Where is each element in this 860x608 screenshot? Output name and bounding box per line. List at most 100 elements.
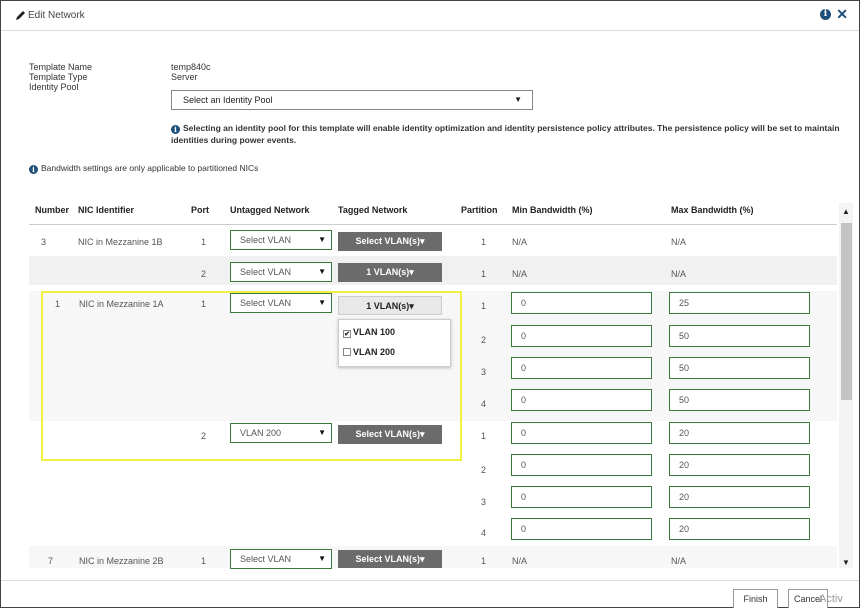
identity-pool-note-text: Selecting an identity pool for this temp…: [171, 123, 840, 145]
max-bandwidth-value: 25: [679, 298, 690, 308]
max-bandwidth-input[interactable]: 50: [669, 325, 810, 347]
finish-button[interactable]: Finish: [733, 589, 778, 608]
vlan-option-200[interactable]: VLAN 200: [343, 347, 395, 357]
max-bandwidth-value: 20: [679, 460, 690, 470]
untagged-network-select[interactable]: VLAN 200 ▼: [230, 423, 332, 443]
untagged-network-select[interactable]: Select VLAN ▼: [230, 262, 332, 282]
max-bandwidth-value: 50: [679, 331, 690, 341]
header-max-bandwidth: Max Bandwidth (%): [671, 205, 754, 215]
header-number: Number: [35, 205, 70, 215]
min-bandwidth-input[interactable]: 0: [511, 357, 652, 379]
checkbox-checked-icon[interactable]: ✔: [343, 330, 351, 338]
tagged-network-button[interactable]: Select VLAN(s)▾: [338, 425, 442, 444]
caret-down-icon: ▾: [420, 236, 425, 246]
template-name-label: Template Name: [29, 62, 93, 72]
min-bandwidth-input[interactable]: 0: [511, 292, 652, 314]
cell-partition: 2: [481, 335, 487, 345]
header-tagged-network: Tagged Network: [338, 205, 408, 215]
tagged-network-button[interactable]: 1 VLAN(s)▾: [338, 296, 442, 315]
tagged-network-button[interactable]: Select VLAN(s)▾: [338, 232, 442, 251]
min-bandwidth-input[interactable]: 0: [511, 454, 652, 476]
caret-down-icon: ▼: [318, 554, 326, 563]
min-bandwidth-value: 0: [521, 395, 527, 405]
template-name-value: temp840c: [171, 62, 211, 72]
caret-down-icon: ▼: [514, 95, 522, 104]
checkbox-icon[interactable]: [343, 348, 351, 356]
cell-number: 1: [55, 299, 61, 309]
max-bandwidth-value: 20: [679, 492, 690, 502]
identity-pool-select[interactable]: Select an Identity Pool ▼: [171, 90, 533, 110]
cell-port: 2: [201, 269, 207, 279]
min-bandwidth-input[interactable]: 0: [511, 422, 652, 444]
caret-down-icon: ▼: [318, 267, 326, 276]
untagged-network-value: Select VLAN: [240, 235, 292, 245]
tagged-network-label: Select VLAN(s): [355, 554, 420, 564]
min-bandwidth-value: 0: [521, 363, 527, 373]
untagged-network-value: Select VLAN: [240, 298, 292, 308]
cell-max-bandwidth: N/A: [671, 556, 687, 566]
min-bandwidth-input[interactable]: 0: [511, 389, 652, 411]
min-bandwidth-input[interactable]: 0: [511, 518, 652, 540]
max-bandwidth-input[interactable]: 20: [669, 518, 810, 540]
scroll-up-icon[interactable]: ▲: [842, 207, 850, 216]
tagged-network-label: 1 VLAN(s): [366, 301, 410, 311]
scrollbar-thumb[interactable]: [841, 223, 852, 400]
footer-divider: [1, 580, 859, 581]
max-bandwidth-input[interactable]: 20: [669, 454, 810, 476]
identity-pool-label: Identity Pool: [29, 82, 79, 92]
close-icon[interactable]: ✕: [836, 6, 848, 23]
header-untagged-network: Untagged Network: [230, 205, 310, 215]
bandwidth-note: i Bandwidth settings are only applicable …: [29, 163, 258, 174]
cell-partition: 1: [481, 556, 487, 566]
cell-partition: 1: [481, 301, 487, 311]
cell-port: 1: [201, 237, 207, 247]
min-bandwidth-input[interactable]: 0: [511, 325, 652, 347]
max-bandwidth-input[interactable]: 20: [669, 486, 810, 508]
tagged-network-label: Select VLAN(s): [355, 236, 420, 246]
cell-max-bandwidth: N/A: [671, 237, 687, 247]
template-labels: Template Name Template Type Identity Poo…: [29, 62, 92, 92]
help-icon[interactable]: i: [820, 9, 831, 20]
header-port: Port: [191, 205, 209, 215]
caret-down-icon: ▾: [409, 267, 414, 277]
tagged-network-label: 1 VLAN(s): [366, 267, 410, 277]
caret-down-icon: ▼: [318, 298, 326, 307]
untagged-network-select[interactable]: Select VLAN ▼: [230, 549, 332, 569]
cell-nic-identifier: NIC in Mezzanine 2B: [79, 556, 164, 566]
max-bandwidth-value: 20: [679, 428, 690, 438]
vlan-option-100[interactable]: ✔ VLAN 100: [343, 327, 395, 338]
caret-down-icon: ▼: [318, 235, 326, 244]
scroll-down-icon[interactable]: ▼: [842, 558, 850, 567]
cell-partition: 4: [481, 399, 487, 409]
cell-partition: 3: [481, 367, 487, 377]
max-bandwidth-value: 50: [679, 395, 690, 405]
untagged-network-value: Select VLAN: [240, 554, 292, 564]
untagged-network-select[interactable]: Select VLAN ▼: [230, 230, 332, 250]
max-bandwidth-input[interactable]: 50: [669, 389, 810, 411]
untagged-network-value: VLAN 200: [240, 428, 282, 438]
template-values: temp840c Server: [171, 62, 211, 82]
max-bandwidth-input[interactable]: 25: [669, 292, 810, 314]
max-bandwidth-value: 20: [679, 524, 690, 534]
min-bandwidth-input[interactable]: 0: [511, 486, 652, 508]
tagged-network-button[interactable]: Select VLAN(s)▾: [338, 550, 442, 568]
cell-min-bandwidth: N/A: [512, 237, 528, 247]
header-nic-identifier: NIC Identifier: [78, 205, 135, 215]
max-bandwidth-input[interactable]: 20: [669, 422, 810, 444]
dialog-title: Edit Network: [28, 10, 85, 21]
cell-port: 2: [201, 431, 207, 441]
cell-number: 3: [41, 237, 47, 247]
header-min-bandwidth: Min Bandwidth (%): [512, 205, 593, 215]
tagged-vlan-dropdown: ✔ VLAN 100 VLAN 200: [338, 319, 451, 367]
cell-partition: 1: [481, 431, 487, 441]
template-type-label: Template Type: [29, 72, 88, 82]
tagged-network-button[interactable]: 1 VLAN(s)▾: [338, 263, 442, 282]
min-bandwidth-value: 0: [521, 331, 527, 341]
min-bandwidth-value: 0: [521, 460, 527, 470]
cell-partition: 3: [481, 497, 487, 507]
min-bandwidth-value: 0: [521, 524, 527, 534]
caret-down-icon: ▾: [409, 301, 414, 311]
max-bandwidth-input[interactable]: 50: [669, 357, 810, 379]
untagged-network-select[interactable]: Select VLAN ▼: [230, 293, 332, 313]
cell-partition: 1: [481, 269, 487, 279]
